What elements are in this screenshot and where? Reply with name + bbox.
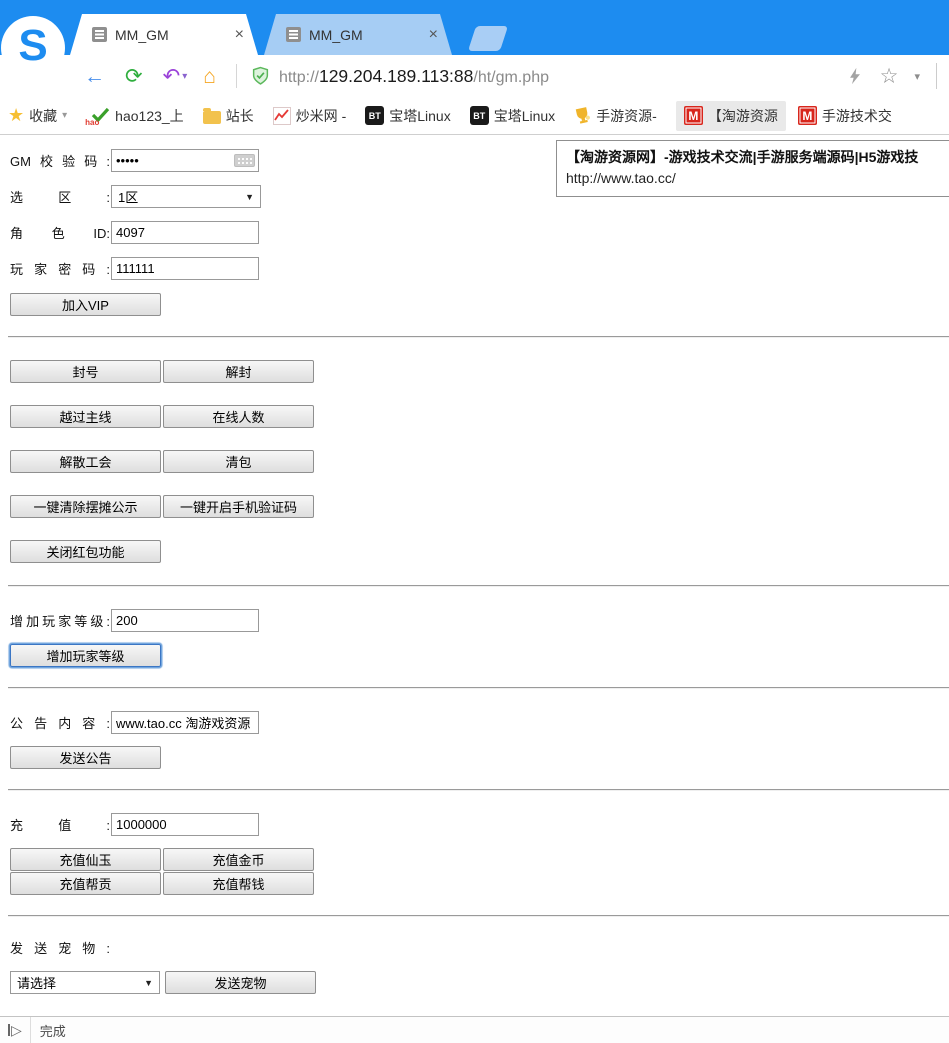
bookmark-chaomiwang[interactable]: 炒米网 - <box>273 106 347 126</box>
favorites-star-icon: ★ <box>8 105 24 126</box>
notice-content-input[interactable] <box>111 711 259 734</box>
sogou-logo: S <box>1 16 65 80</box>
tooltip-title: 【淘游资源网】-游戏技术交流|手游服务端源码|H5游戏技 <box>566 147 949 168</box>
tooltip-url: http://www.tao.cc/ <box>566 168 949 189</box>
chevron-down-icon: ▾ <box>62 110 67 121</box>
bt-icon: BT <box>365 106 384 125</box>
bookmark-taoyou-ziyuan[interactable]: M 【淘游资源 <box>676 101 786 131</box>
recharge-gold-button[interactable]: 充值金币 <box>163 848 314 871</box>
bookmark-baota-linux-2[interactable]: BT 宝塔Linux <box>470 106 555 126</box>
clear-bag-button[interactable]: 清包 <box>163 450 314 473</box>
player-password-input[interactable] <box>111 257 259 280</box>
ban-account-button[interactable]: 封号 <box>10 360 161 383</box>
clear-stall-notice-button[interactable]: 一键清除摆摊公示 <box>10 495 161 518</box>
browser-toolbar: ← ⟳ ↶ ▾ ⌂ http://129.204.189.113:88/ht/g… <box>0 55 949 97</box>
pet-select-value: 请选择 <box>17 973 56 992</box>
security-shield-icon[interactable] <box>251 66 270 86</box>
sidebar-toggle-icon[interactable]: ▷ <box>0 1023 30 1037</box>
recharge-input[interactable] <box>111 813 259 836</box>
section-divider <box>8 687 949 689</box>
url-path: /ht/gm.php <box>473 69 549 86</box>
trophy-icon <box>574 107 591 124</box>
zone-select[interactable]: 1区 ▼ <box>111 185 261 208</box>
section-divider <box>8 336 949 338</box>
bookmark-shouyou-ziyuan[interactable]: 手游资源- <box>574 106 657 126</box>
bookmark-hao123[interactable]: hao hao123_上 <box>86 106 184 126</box>
gm-code-label: GM校验码: <box>10 151 110 170</box>
section-divider <box>8 789 949 791</box>
chart-icon <box>273 107 291 125</box>
lightning-icon[interactable] <box>846 66 864 86</box>
bookmark-zhanzhang[interactable]: 站长 <box>203 106 254 126</box>
back-icon[interactable]: ← <box>84 66 105 87</box>
skip-mainline-button[interactable]: 越过主线 <box>10 405 161 428</box>
status-text: 完成 <box>40 1021 66 1040</box>
enable-phone-verify-button[interactable]: 一键开启手机验证码 <box>163 495 314 518</box>
add-level-button[interactable]: 增加玩家等级 <box>10 644 161 667</box>
add-level-label: 增加玩家等级: <box>10 611 110 630</box>
toolbar-dropdown-icon[interactable]: ▾ <box>914 70 920 83</box>
send-notice-button[interactable]: 发送公告 <box>10 746 161 769</box>
page-favicon-icon <box>286 27 301 42</box>
tab-mm-gm-active[interactable]: MM_GM × <box>70 14 258 55</box>
disband-guild-button[interactable]: 解散工会 <box>10 450 161 473</box>
recharge-bangqian-button[interactable]: 充值帮钱 <box>163 872 314 895</box>
zone-select-value: 1区 <box>118 187 138 206</box>
new-tab-button[interactable] <box>468 26 508 51</box>
role-id-label: 角色ID: <box>10 223 110 242</box>
join-vip-button[interactable]: 加入VIP <box>10 293 161 316</box>
m-icon: M <box>798 106 817 125</box>
favorite-star-icon[interactable]: ☆ <box>880 64 899 89</box>
sogou-logo-letter: S <box>18 24 47 68</box>
tab-title: MM_GM <box>309 27 427 43</box>
chevron-down-icon: ▼ <box>144 978 153 988</box>
toolbar-divider <box>936 63 937 89</box>
pet-select[interactable]: 请选择 ▼ <box>10 971 160 994</box>
section-divider <box>8 585 949 587</box>
bookmark-shouyou-jishu[interactable]: M 手游技术交 <box>798 106 892 126</box>
send-pet-button[interactable]: 发送宠物 <box>165 971 316 994</box>
bookmark-baota-linux-1[interactable]: BT 宝塔Linux <box>365 106 450 126</box>
recharge-banggong-button[interactable]: 充值帮贡 <box>10 872 161 895</box>
toolbar-divider <box>236 64 237 88</box>
section-divider <box>8 915 949 917</box>
undo-icon[interactable]: ↶ <box>163 66 181 87</box>
notice-content-label: 公告内容: <box>10 713 110 732</box>
url-host: 129.204.189.113:88 <box>319 66 473 86</box>
refresh-icon[interactable]: ⟳ <box>125 66 143 87</box>
tab-strip: MM_GM × MM_GM × <box>70 14 504 55</box>
send-pet-label: 发送宠物: <box>10 938 110 957</box>
page-favicon-icon <box>92 27 107 42</box>
browser-titlebar: MM_GM × MM_GM × <box>0 0 949 55</box>
bt-icon: BT <box>470 106 489 125</box>
keyboard-icon[interactable] <box>234 154 255 167</box>
tab-title: MM_GM <box>115 27 233 43</box>
folder-icon <box>203 111 221 124</box>
recharge-xianyu-button[interactable]: 充值仙玉 <box>10 848 161 871</box>
page-content: 【淘游资源网】-游戏技术交流|手游服务端源码|H5游戏技 http://www.… <box>0 135 949 1016</box>
status-bar: ▷ 完成 <box>0 1016 949 1043</box>
hao123-icon: hao <box>86 107 110 125</box>
chevron-down-icon: ▼ <box>245 192 254 202</box>
tab-close-icon[interactable]: × <box>427 27 440 43</box>
url-scheme: http:// <box>279 69 319 86</box>
add-level-input[interactable] <box>111 609 259 632</box>
unban-account-button[interactable]: 解封 <box>163 360 314 383</box>
disable-redpacket-button[interactable]: 关闭红包功能 <box>10 540 161 563</box>
status-divider <box>30 1017 31 1043</box>
bookmark-favorites[interactable]: ★ 收藏 ▾ <box>8 105 67 126</box>
online-count-button[interactable]: 在线人数 <box>163 405 314 428</box>
address-bar[interactable]: http://129.204.189.113:88/ht/gm.php <box>279 66 549 87</box>
recharge-label: 充值: <box>10 815 110 834</box>
player-password-label: 玩家密码: <box>10 259 110 278</box>
role-id-input[interactable] <box>111 221 259 244</box>
m-icon: M <box>684 106 703 125</box>
home-icon[interactable]: ⌂ <box>203 66 216 87</box>
bookmarks-bar: ★ 收藏 ▾ hao hao123_上 站长 炒米网 - BT 宝塔Linux … <box>0 97 949 135</box>
bookmark-tooltip: 【淘游资源网】-游戏技术交流|手游服务端源码|H5游戏技 http://www.… <box>556 140 949 197</box>
undo-dropdown-icon[interactable]: ▾ <box>182 71 187 82</box>
tab-close-icon[interactable]: × <box>233 27 246 43</box>
tab-mm-gm-inactive[interactable]: MM_GM × <box>264 14 452 55</box>
zone-label: 选区: <box>10 187 110 206</box>
